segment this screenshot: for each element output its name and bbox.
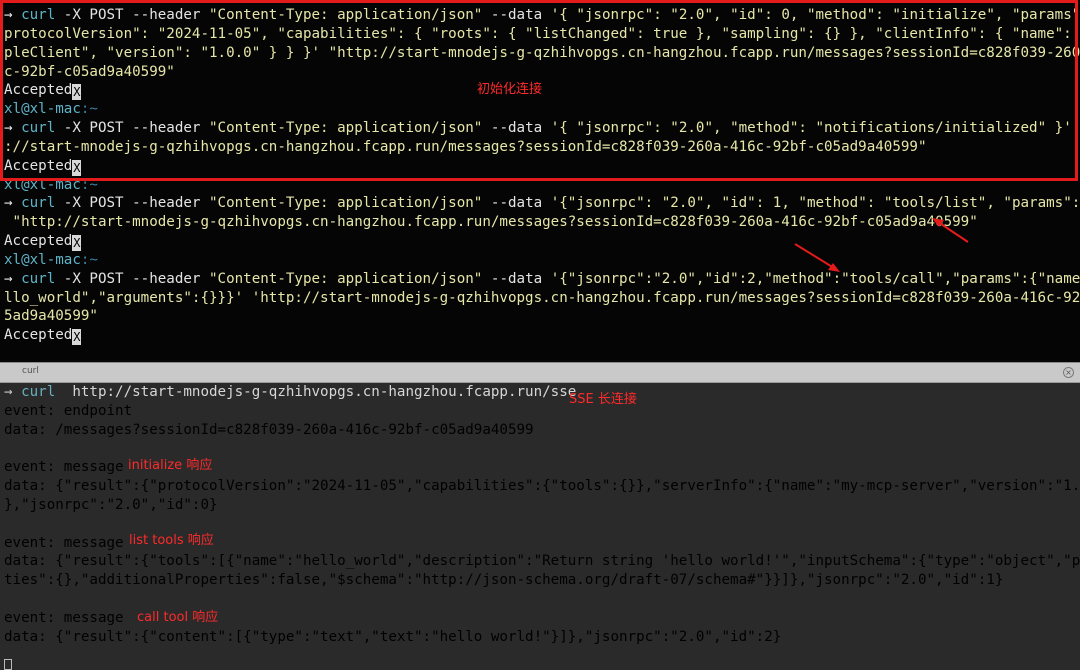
command-name: curl [21,271,56,287]
cursor-block [4,659,12,670]
prompt-arrow: → [4,195,13,211]
prompt-arrow: → [4,384,13,400]
annotation-list-tools-response: list tools 响应 [129,533,214,548]
terminal-output-accepted: AcceptedX [4,327,82,345]
sse-data-line: },"jsonrpc":"2.0","id":0} [4,497,218,513]
cursor-block: X [72,235,82,251]
terminal-line: → curl -X POST --header "Content-Type: a… [4,271,1080,287]
prompt-user: xl@xl-mac [4,252,81,268]
terminal-line: llo_world","arguments":{}}}' 'http://sta… [4,290,1080,306]
prompt-dir: ~ [89,252,98,268]
terminal-line: 5ad9a40599" [4,308,98,324]
prompt-arrow: → [4,271,13,287]
sse-data-line: data: {"result":{"protocolVersion":"2024… [4,478,1080,494]
annotation-init-connection: 初始化连接 [477,82,543,97]
sse-event-line: event: message [4,535,124,551]
tab-title[interactable]: curl [22,366,39,376]
cursor-block: X [72,329,82,345]
sse-data-line: data: {"result":{"content":[{"type":"tex… [4,629,782,645]
terminal-line: "http://start-mnodejs-g-qzhihvopgs.cn-ha… [4,214,978,230]
sse-data-line: ties":{},"additionalProperties":false,"$… [4,572,1004,588]
terminal-line: → curl http://start-mnodejs-g-qzhihvopgs… [4,384,577,400]
command-name: curl [21,384,56,400]
terminal-line: → curl -X POST --header "Content-Type: a… [4,195,1080,211]
sse-event-line: event: endpoint [4,403,133,419]
terminal-tab-bar[interactable]: curl × [0,362,1080,383]
sse-data-line: data: {"result":{"tools":[{"name":"hello… [4,553,1080,569]
sse-event-line: event: message [4,459,124,475]
arrow-icon [794,243,840,272]
sse-event-line: event: message [4,610,124,626]
annotation-initialize-response: initialize 响应 [128,458,213,473]
prompt-line: xl@xl-mac:~ [4,252,98,268]
terminal-output-accepted: AcceptedX [4,233,82,251]
command-name: curl [21,195,56,211]
top-terminal-pane[interactable]: → curl -X POST --header "Content-Type: a… [0,0,1080,362]
bottom-terminal-pane[interactable]: → curl http://start-mnodejs-g-qzhihvopgs… [0,383,1080,670]
annotation-sse-long-connection: SSE 长连接 [569,392,637,407]
close-icon[interactable]: × [1063,367,1074,378]
annotation-call-tool-response: call tool 响应 [137,610,219,625]
sse-data-line: data: /messages?sessionId=c828f039-260a-… [4,422,534,438]
